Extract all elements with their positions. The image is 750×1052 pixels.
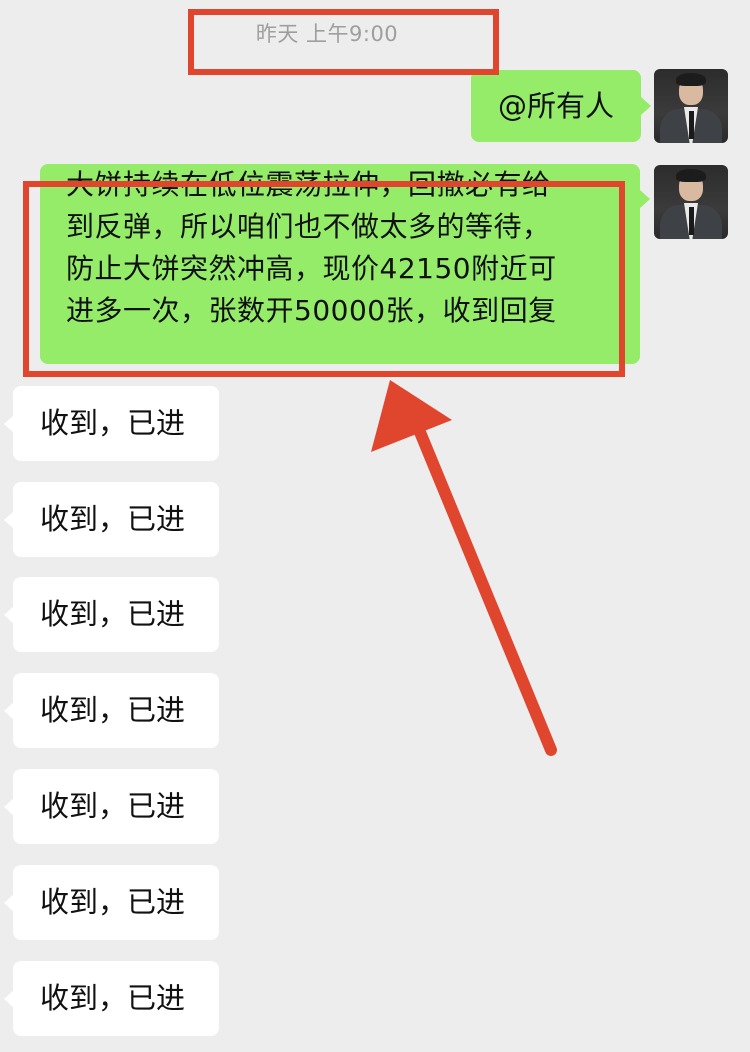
annotation-arrow-icon <box>371 380 557 756</box>
